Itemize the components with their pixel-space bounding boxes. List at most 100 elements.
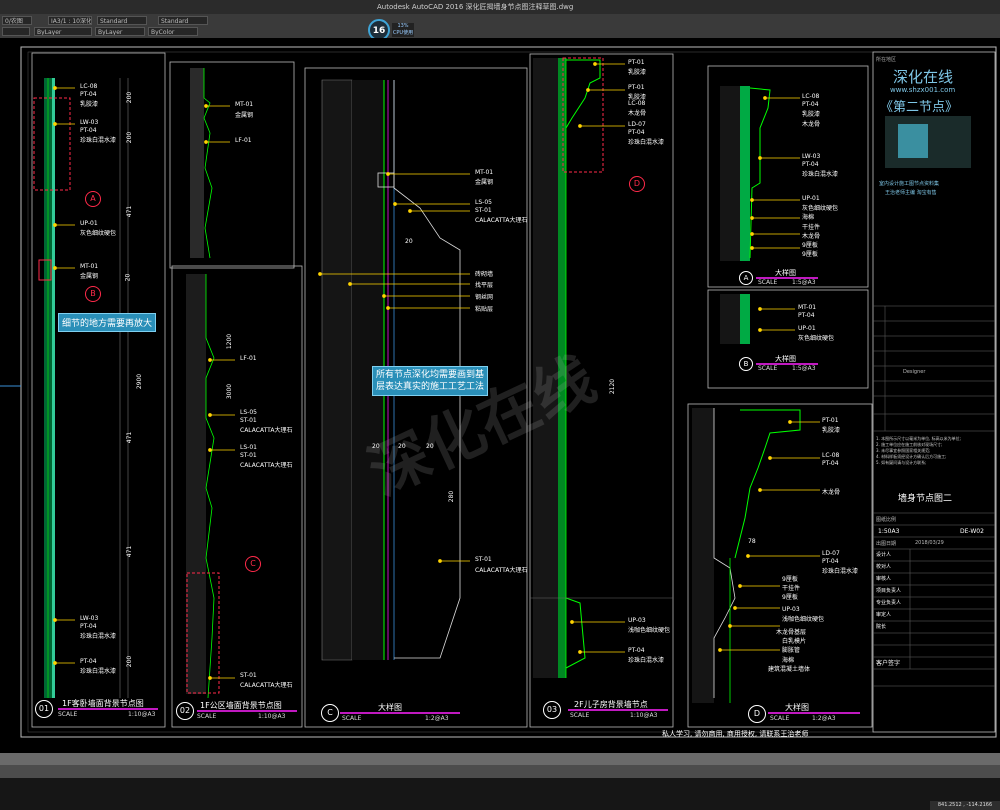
d01-dim: 471 (126, 205, 134, 218)
linetype-dropdown-2[interactable]: ByLayer (95, 27, 145, 36)
dC-label: MT-01 (475, 169, 494, 176)
tb-scale-label: 图纸比例 (876, 517, 897, 523)
detail-b-scale-label: SCALE (758, 365, 778, 372)
dA-label: PT-04 (802, 101, 819, 108)
tb-date-label: 出图日期 (876, 541, 897, 547)
dD-label: 膨胀管 (782, 647, 801, 654)
dC-dim: 20 (398, 443, 406, 450)
d03-label: 乳胶漆 (628, 69, 647, 76)
d03-label: 浅咖色细纹硬包 (628, 627, 671, 634)
dD-label: PT-04 (822, 460, 839, 467)
detail-02-underline (197, 710, 297, 712)
d03-label: PT-04 (628, 129, 645, 136)
d01-label: PT-04 (80, 623, 97, 630)
d02-label: CALACATTA大理石 (240, 427, 293, 434)
dA-label: PT-04 (802, 161, 819, 168)
tb-notes: 1. 本图所示尺寸以毫米为单位, 标高以米为单位; 2. 施工单位应在施工前核对… (876, 436, 991, 466)
section-marker-c[interactable]: C (245, 556, 261, 572)
linetype-dropdown[interactable]: ByLayer (34, 27, 92, 36)
tb-designer-label: Designer (903, 369, 926, 375)
drawing-canvas[interactable]: 深化在线 细节的地方需要再放大 所有节点深化均需要画到基 层表达真实的施工工艺工… (0, 38, 1000, 753)
lineweight-dropdown[interactable]: ByColor (148, 27, 198, 36)
detail-01-scale-label: SCALE (58, 711, 78, 718)
d01-dim: 200 (126, 655, 134, 668)
dA-label: 9厘板 (802, 251, 818, 258)
note-callout-process: 所有节点深化均需要画到基 层表达真实的施工工艺工法 (372, 366, 489, 396)
color-swatch[interactable] (2, 27, 30, 36)
d01-dim: 200 (126, 91, 134, 104)
dA-label: UP-01 (802, 195, 820, 202)
tb-subtitle: 《第二节点》 (880, 100, 959, 115)
dD-label: PT-01 (822, 417, 839, 424)
dD-label: 浅咖色细纹硬包 (782, 616, 825, 623)
d02-label: ST-01 (240, 417, 257, 424)
d03-label: 木龙骨 (628, 110, 647, 117)
d01-label: 乳胶漆 (80, 101, 99, 108)
detail-a-scale-label: SCALE (758, 279, 778, 286)
cpu-percent: 16 (372, 26, 386, 36)
detail-02-badge: 02 (176, 702, 194, 720)
section-marker-d[interactable]: D (629, 176, 645, 192)
d03-label: 珍珠白混水漆 (628, 657, 665, 664)
tb-owner-label: 客户签字 (876, 660, 901, 667)
d02-dim: 3000 (226, 383, 234, 400)
tb-desc2: 王治老师主编 淘宝有售 (885, 190, 937, 196)
dA-label: 乳胶漆 (802, 111, 821, 118)
d01-label: PT-04 (80, 127, 97, 134)
detail-d-scale: 1:2@A3 (812, 715, 836, 722)
d02-label: CALACATTA大理石 (240, 682, 293, 689)
dA-label: 木龙骨 (802, 233, 821, 240)
d02-label: LS-01 (240, 444, 257, 451)
section-marker-b[interactable]: B (85, 286, 101, 302)
d01-label: 珍珠白混水漆 (80, 137, 117, 144)
command-input[interactable] (0, 765, 1000, 778)
dD-label: 9厘板 (782, 594, 798, 601)
textstyle-dropdown[interactable]: Standard (97, 16, 147, 25)
detail-c-scale: 1:2@A3 (425, 715, 449, 722)
detail-b-badge: B (739, 357, 753, 371)
tb-date-value: 2018/03/29 (915, 540, 944, 546)
d02-label: MT-01 (235, 101, 254, 108)
textstyle-dropdown-2[interactable]: Standard (158, 16, 208, 25)
note-callout-line2: 层表达真实的施工工艺工法 (376, 382, 485, 392)
dA-label: 珍珠白混水漆 (802, 171, 839, 178)
dD-label: 建筑混凝土墙体 (768, 666, 811, 673)
d03-label: UP-03 (628, 617, 646, 624)
d01-label: 灰色细纹硬包 (80, 230, 117, 237)
dC-dim: 20 (426, 443, 434, 450)
dA-label: 9厘板 (802, 242, 818, 249)
tb-sign-row: 校对人 (876, 564, 892, 570)
note-callout-zoom: 细节的地方需要再放大 (58, 313, 157, 332)
cpu-usage-box: 13% CPU使用 (392, 23, 414, 37)
window-title: Autodesk AutoCAD 2016 深化匠揭墙身节点图注释草图.dwg (377, 3, 574, 11)
tb-drawing-name: 墙身节点图二 (898, 494, 953, 504)
dC-label: CALACATTA大理石 (475, 567, 528, 574)
dD-label: 木龙骨 (822, 489, 841, 496)
tb-logo-text: 深化在线 (893, 68, 954, 86)
dB-label: 灰色细纹硬包 (798, 335, 835, 342)
dD-label: 珍珠白混水漆 (822, 568, 859, 575)
d02-label: LF-01 (235, 137, 252, 144)
dC-label: 金属钢 (475, 179, 494, 186)
dD-label: LC-08 (822, 452, 840, 459)
section-marker-a[interactable]: A (85, 191, 101, 207)
coordinate-readout: 841.2512 , -114.2166 (930, 801, 1000, 810)
tb-sign-row: 院长 (876, 624, 887, 630)
layer-dropdown[interactable]: 0/农图 (2, 16, 32, 25)
dD-label: 干挂件 (782, 585, 801, 592)
dB-label: UP-01 (798, 325, 816, 332)
detail-02-scale: 1:10@A3 (258, 713, 286, 720)
dimstyle-dropdown[interactable]: IA3/1 : 10深化 (48, 16, 92, 25)
detail-d-underline (768, 712, 860, 714)
d02-label: 金属钢 (235, 112, 254, 119)
status-bar: 841.2512 , -114.2166 (0, 778, 1000, 810)
d03-label: 珍珠白混水漆 (628, 139, 665, 146)
tb-region-label: 所在地区 (876, 57, 897, 63)
d01-label: LC-08 (80, 83, 98, 90)
dD-label: LD-07 (822, 550, 840, 557)
properties-toolbar: 0/农图 IA3/1 : 10深化 Standard Standard ByLa… (0, 14, 1000, 41)
detail-01-badge: 01 (35, 700, 53, 718)
dA-label: 干挂件 (802, 224, 821, 231)
d01-dim: 200 (126, 131, 134, 144)
d01-label: 珍珠白混水漆 (80, 668, 117, 675)
